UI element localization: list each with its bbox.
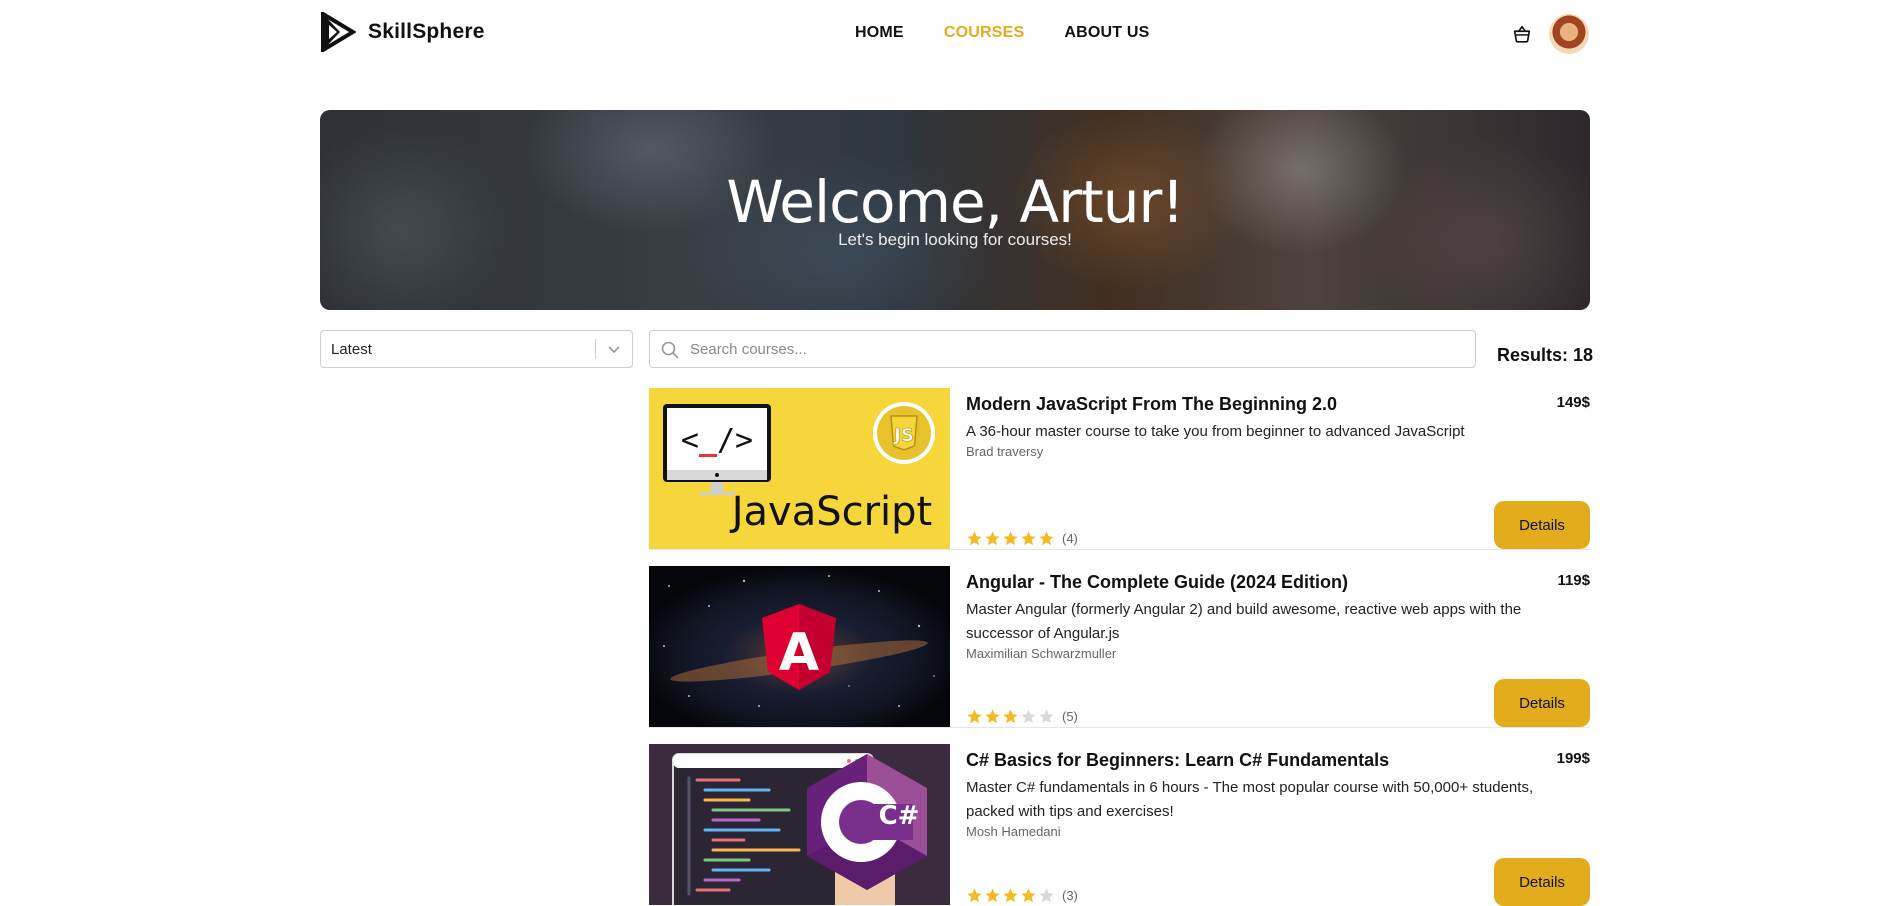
details-button[interactable]: Details — [1494, 501, 1590, 549]
star-empty-icon — [1021, 709, 1036, 724]
brand-name: SkillSphere — [368, 20, 485, 43]
angular-thumbnail-art: A — [649, 566, 950, 727]
course-author: Brad traversy — [966, 444, 1044, 459]
star-filled-icon — [985, 709, 1000, 724]
rating-count: (5) — [1062, 709, 1078, 724]
rating-count: (3) — [1062, 888, 1078, 903]
star-filled-icon — [967, 531, 982, 546]
star-filled-icon — [1003, 888, 1018, 903]
sort-select[interactable]: Latest — [320, 330, 633, 368]
star-filled-icon — [1039, 531, 1054, 546]
sort-value: Latest — [331, 340, 372, 358]
rating-stars: (4) — [966, 530, 1078, 547]
course-thumbnail-csharp[interactable]: C# — [649, 744, 950, 905]
star-empty-icon — [1039, 709, 1054, 724]
course-card: <_/> JS JavaScript Modern JavaScript Fro… — [649, 388, 1590, 550]
details-button[interactable]: Details — [1494, 679, 1590, 727]
details-button[interactable]: Details — [1494, 858, 1590, 906]
rating-stars: (3) — [966, 887, 1078, 904]
course-thumbnail-javascript[interactable]: <_/> JS JavaScript — [649, 388, 950, 549]
js-badge-text: JS — [892, 425, 914, 446]
star-filled-icon — [967, 709, 982, 724]
site-header: SkillSphere HOME COURSES ABOUT US — [0, 0, 1901, 66]
star-filled-icon — [967, 888, 982, 903]
welcome-banner: Welcome, Artur! Let's begin looking for … — [320, 110, 1590, 310]
course-card: C# C# Basics for Beginners: Learn C# Fun… — [649, 744, 1590, 906]
code-glyph: <_/> — [681, 423, 753, 458]
welcome-title: Welcome, Artur! — [726, 168, 1184, 236]
course-title[interactable]: C# Basics for Beginners: Learn C# Fundam… — [966, 750, 1389, 771]
results-count: Results: 18 — [1497, 345, 1594, 365]
welcome-subtitle: Let's begin looking for courses! — [838, 230, 1072, 249]
csharp-thumbnail-art: C# — [672, 753, 927, 905]
course-description: A 36-hour master course to take you from… — [966, 423, 1465, 440]
course-thumbnail-angular[interactable]: A — [649, 566, 950, 727]
nav-home[interactable]: HOME — [855, 24, 904, 42]
javascript-word: JavaScript — [729, 489, 933, 535]
course-title[interactable]: Modern JavaScript From The Beginning 2.0 — [966, 394, 1337, 415]
course-author: Maximilian Schwarzmuller — [966, 646, 1117, 661]
user-avatar[interactable] — [1549, 14, 1589, 54]
star-filled-icon — [1021, 531, 1036, 546]
javascript-thumbnail-art: <_/> JS JavaScript — [663, 402, 935, 535]
main-nav: HOME COURSES ABOUT US — [855, 24, 1150, 42]
shopping-basket-icon[interactable] — [1511, 23, 1533, 45]
course-price: 119$ — [1557, 572, 1590, 589]
star-filled-icon — [985, 531, 1000, 546]
rating-stars: (5) — [966, 708, 1078, 725]
play-logo-icon — [321, 12, 356, 52]
star-filled-icon — [985, 888, 1000, 903]
rating-count: (4) — [1062, 531, 1078, 546]
search-icon — [661, 341, 679, 359]
nav-courses[interactable]: COURSES — [944, 24, 1025, 42]
star-filled-icon — [1021, 888, 1036, 903]
course-card: A Angular - The Complete Guide (2024 Edi… — [649, 566, 1590, 728]
star-filled-icon — [1003, 531, 1018, 546]
sort-separator — [595, 339, 596, 359]
nav-about-us[interactable]: ABOUT US — [1064, 24, 1149, 42]
star-filled-icon — [1003, 709, 1018, 724]
csharp-badge-text: C# — [879, 801, 920, 831]
course-price: 149$ — [1556, 394, 1590, 411]
course-title[interactable]: Angular - The Complete Guide (2024 Editi… — [966, 572, 1348, 593]
course-author: Mosh Hamedani — [966, 824, 1061, 839]
brand-logo[interactable]: SkillSphere — [320, 12, 485, 52]
chevron-down-icon[interactable] — [606, 341, 622, 357]
course-description: Master C# fundamentals in 6 hours - The … — [966, 779, 1534, 820]
search-input[interactable] — [690, 331, 1470, 367]
star-empty-icon — [1039, 888, 1054, 903]
course-price: 199$ — [1556, 750, 1590, 767]
angular-badge-text: A — [779, 623, 819, 683]
course-description: Master Angular (formerly Angular 2) and … — [966, 601, 1522, 642]
search-box — [649, 330, 1476, 368]
